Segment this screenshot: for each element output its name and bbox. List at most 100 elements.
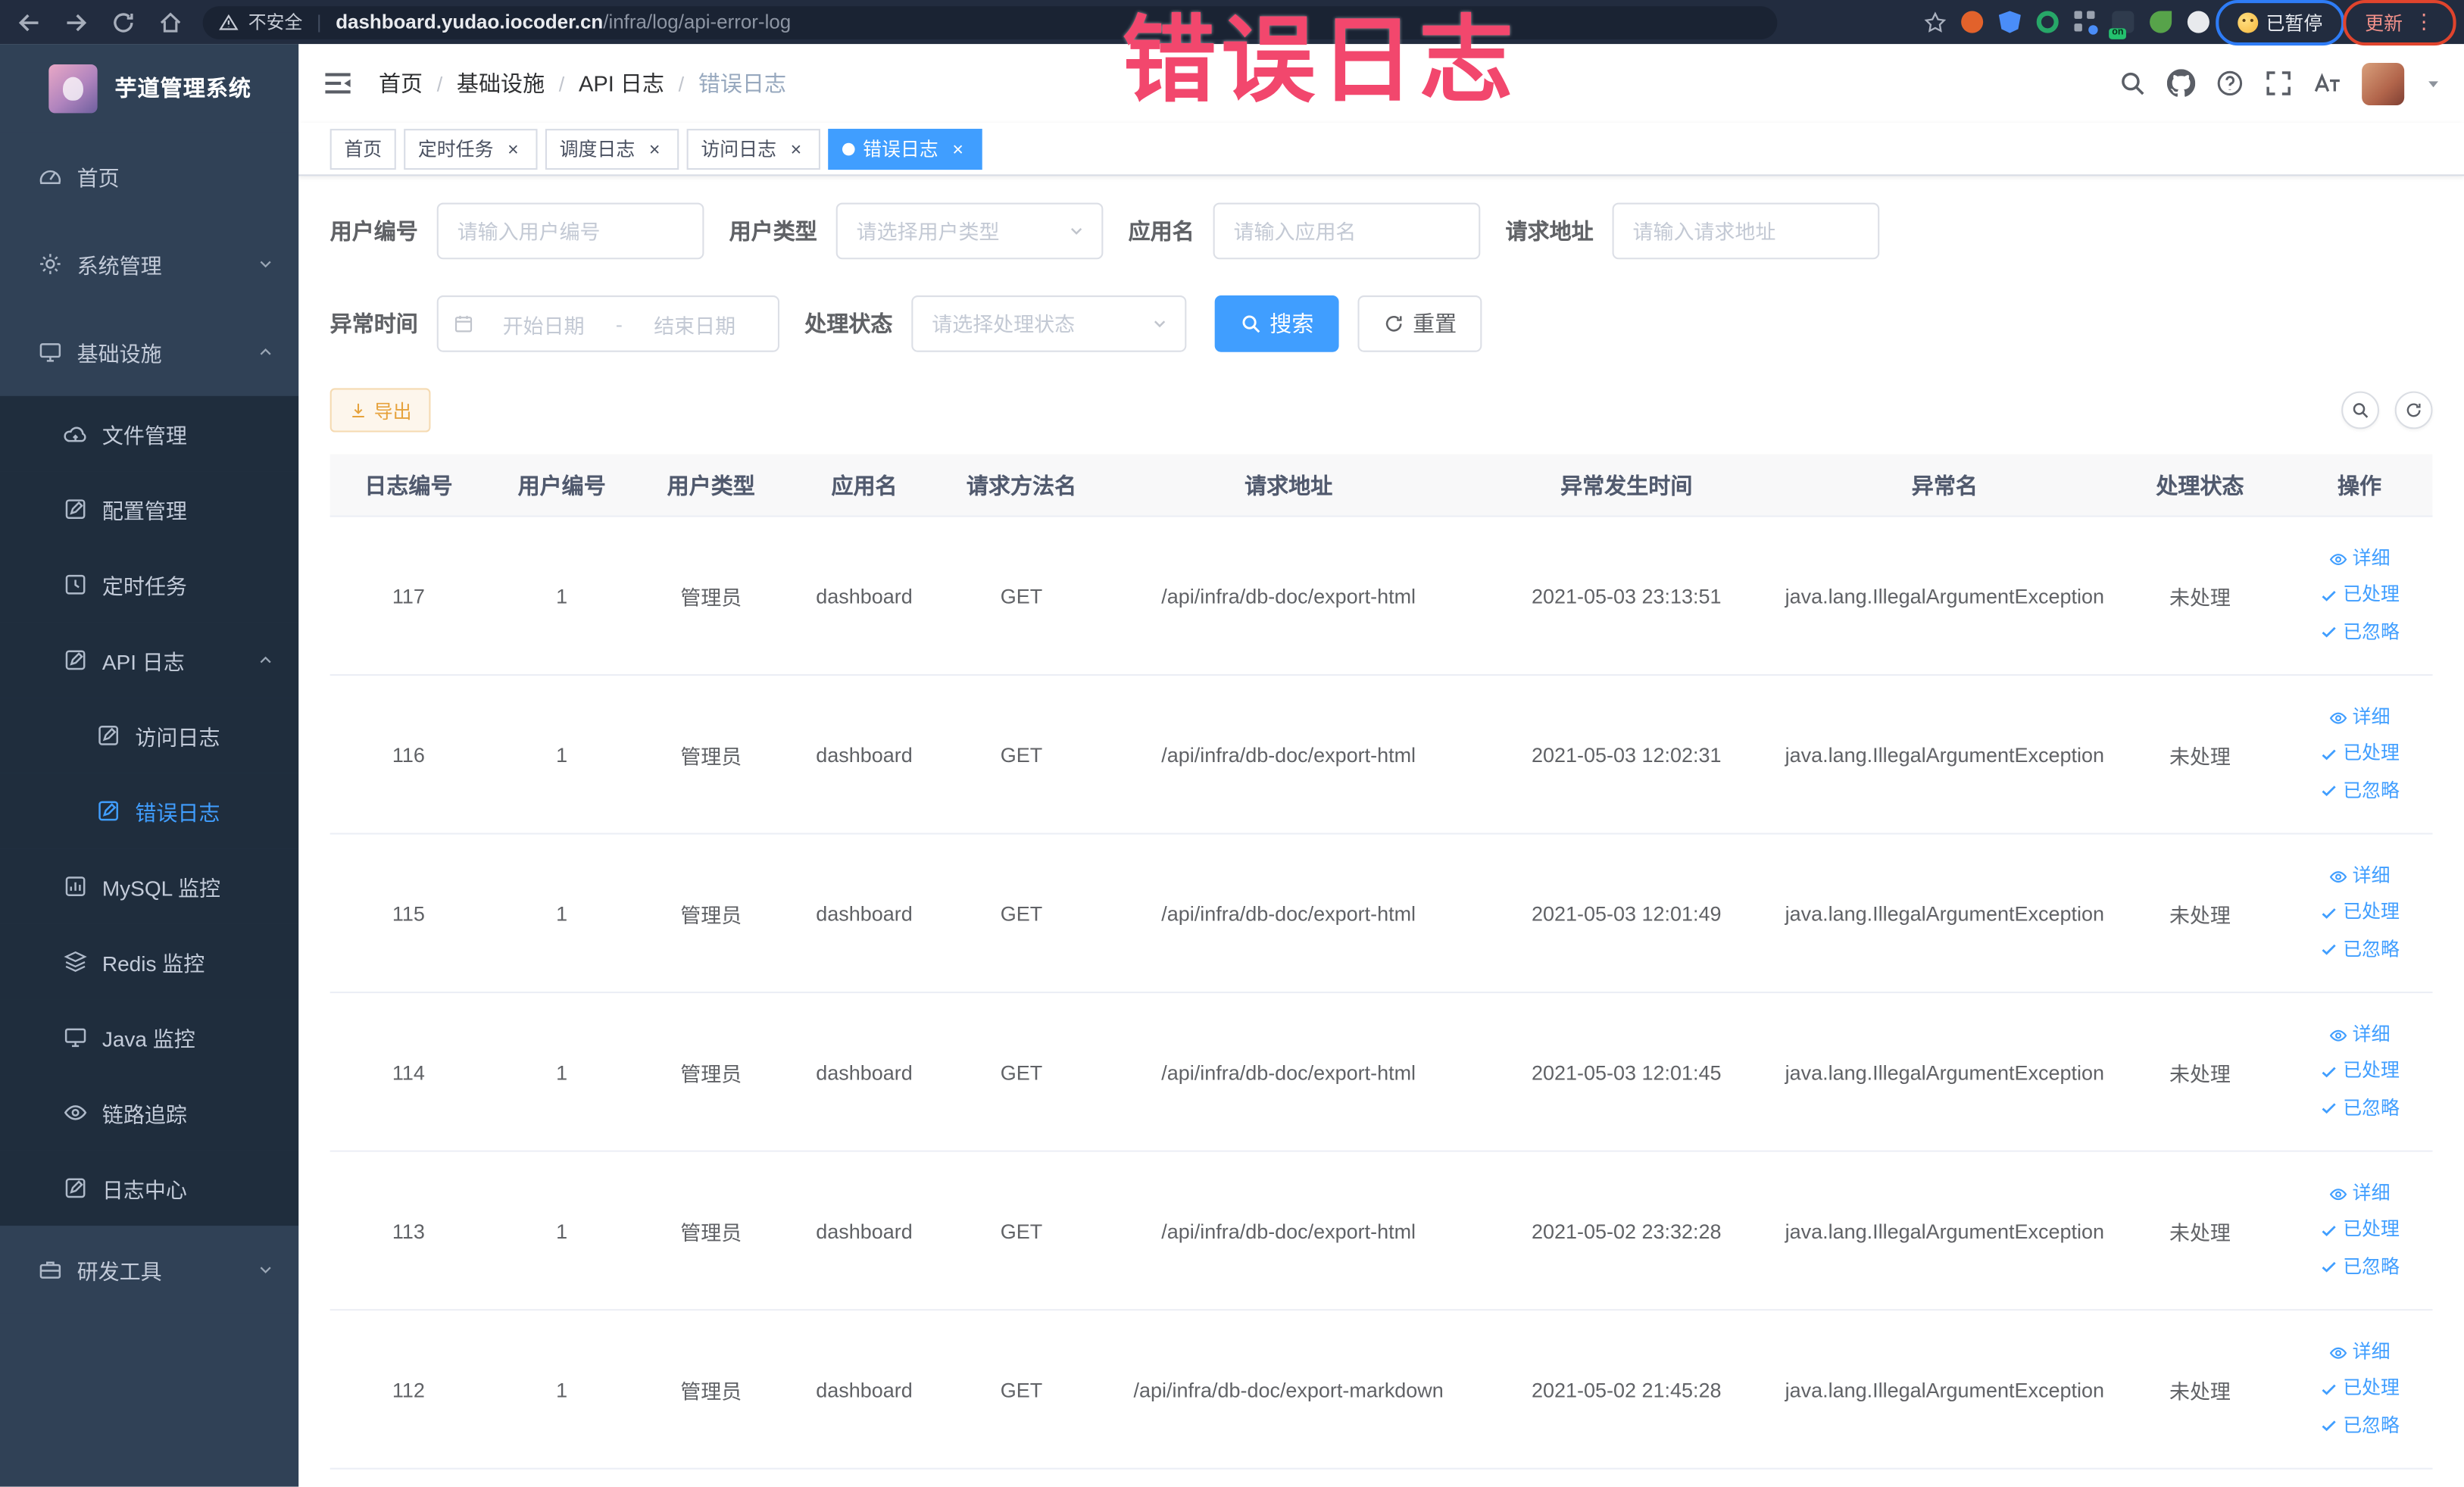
action-ignored-link[interactable]: 已忽略 (2319, 1410, 2400, 1441)
action-ignored-link[interactable]: 已忽略 (2319, 776, 2400, 806)
tab-error-log[interactable]: 错误日志 × (828, 128, 982, 170)
action-detail-link[interactable]: 详细 (2329, 703, 2390, 733)
action-ignored-link[interactable]: 已忽略 (2319, 1252, 2400, 1282)
back-icon[interactable] (16, 8, 42, 35)
user-type-select[interactable] (835, 202, 1104, 260)
breadcrumb-infra[interactable]: 基础设施 (457, 67, 545, 98)
table-toolbar: 导出 (329, 388, 2433, 433)
action-processed-link[interactable]: 已处理 (2319, 739, 2400, 770)
bookmark-star-icon[interactable] (1923, 10, 1947, 33)
cell-user-id: 1 (556, 901, 568, 925)
search-button[interactable]: 搜索 (1214, 295, 1339, 352)
font-size-icon[interactable] (2313, 69, 2341, 97)
sidebar-item-home[interactable]: 首页 (0, 132, 299, 220)
home-icon[interactable] (157, 8, 183, 35)
status-select[interactable] (911, 295, 1187, 352)
sidebar-item-access-log[interactable]: 访问日志 (0, 698, 299, 773)
app-logo-row[interactable]: 芋道管理系统 (0, 44, 298, 132)
action-detail-link[interactable]: 详细 (2329, 1338, 2390, 1368)
toggle-search-button[interactable] (2341, 391, 2379, 430)
tab-home[interactable]: 首页 (329, 128, 396, 170)
action-detail-link[interactable]: 详细 (2329, 544, 2390, 574)
action-processed-link[interactable]: 已处理 (2319, 580, 2400, 611)
column-header-actions: 操作 (2337, 472, 2382, 498)
tab-job[interactable]: 定时任务 × (404, 128, 538, 170)
github-icon[interactable] (2166, 69, 2196, 97)
sidebar-item-system[interactable]: 系统管理 (0, 220, 299, 308)
action-ignored-link[interactable]: 已忽略 (2319, 617, 2400, 647)
search-icon[interactable] (2119, 69, 2147, 97)
action-detail-link[interactable]: 详细 (2329, 1179, 2390, 1209)
sidebar-item-java[interactable]: Java 监控 (0, 999, 299, 1076)
browser-address-bar[interactable]: 不安全 | dashboard.yudao.iocoder.cn/infra/l… (202, 5, 1778, 39)
forward-icon[interactable] (63, 8, 89, 35)
extension-on-switch-icon[interactable]: on (2109, 11, 2135, 39)
edit-icon (63, 497, 88, 522)
sidebar-item-label: 链路追踪 (101, 1103, 187, 1127)
action-detail-link[interactable]: 详细 (2329, 1020, 2390, 1051)
filter-error-time: 异常时间 开始日期 - 结束日期 (330, 295, 780, 352)
tab-close-icon[interactable]: × (645, 139, 665, 159)
sidebar-item-dev-tools[interactable]: 研发工具 (0, 1226, 299, 1314)
cell-method-name: GET (1000, 1377, 1043, 1401)
column-header-log-id: 日志编号 (364, 472, 453, 498)
tab-access-log[interactable]: 访问日志 × (686, 128, 821, 170)
help-icon[interactable] (2216, 69, 2244, 97)
sidebar-item-job[interactable]: 定时任务 (0, 546, 299, 623)
breadcrumb-home[interactable]: 首页 (379, 67, 423, 98)
action-processed-link[interactable]: 已处理 (2319, 1057, 2400, 1087)
sidebar-item-api-log[interactable]: API 日志 (0, 622, 299, 698)
active-dot-icon (842, 142, 855, 155)
sidebar-item-trace[interactable]: 链路追踪 (0, 1075, 299, 1151)
user-id-input[interactable] (436, 202, 704, 260)
tab-job-log[interactable]: 调度日志 × (545, 128, 679, 170)
date-range-picker[interactable]: 开始日期 - 结束日期 (436, 295, 780, 352)
tab-close-icon[interactable]: × (503, 139, 523, 159)
chevron-down-icon (256, 255, 275, 273)
action-processed-link[interactable]: 已处理 (2319, 898, 2400, 928)
cell-app-name: dashboard (816, 901, 913, 925)
column-header-user-id: 用户编号 (517, 472, 606, 498)
fullscreen-icon[interactable] (2265, 69, 2293, 97)
browser-update-chip[interactable]: 更新 ⋮ (2343, 0, 2456, 45)
tab-label: 首页 (344, 138, 383, 161)
extension-green-check-icon[interactable] (2036, 11, 2059, 33)
tab-close-icon[interactable]: × (948, 139, 968, 159)
action-ignored-link[interactable]: 已忽略 (2319, 1093, 2400, 1123)
sidebar-item-infra[interactable]: 基础设施 (0, 308, 299, 396)
sidebar-item-config[interactable]: 配置管理 (0, 471, 299, 547)
extension-grid-icon[interactable] (2074, 11, 2098, 35)
chevron-down-icon[interactable] (2425, 75, 2442, 92)
action-processed-link[interactable]: 已处理 (2319, 1374, 2400, 1404)
sidebar-item-log-center[interactable]: 日志中心 (0, 1150, 299, 1226)
tab-close-icon[interactable]: × (785, 139, 806, 159)
sidebar-item-mysql[interactable]: MySQL 监控 (0, 848, 299, 924)
action-ignored-link[interactable]: 已忽略 (2319, 935, 2400, 965)
table-row: 113 1 管理员 dashboard GET/api/infra/db-doc/exp… (329, 1151, 2433, 1311)
sidebar-item-label: 定时任务 (101, 575, 187, 599)
reset-button[interactable]: 重置 (1357, 295, 1482, 352)
sidebar-item-file[interactable]: 文件管理 (0, 395, 299, 472)
column-header-app-name: 应用名 (831, 472, 898, 498)
action-detail-link[interactable]: 详细 (2329, 861, 2390, 892)
export-button[interactable]: 导出 (329, 388, 431, 433)
extension-leaf-icon[interactable] (2150, 11, 2172, 33)
extension-pin-icon[interactable] (2187, 11, 2209, 33)
check-icon (2319, 745, 2338, 764)
action-label: 已处理 (2343, 1060, 2400, 1082)
browser-menu-icon[interactable]: ⋮ (2414, 9, 2434, 34)
paused-extension-chip[interactable]: 已暂停 (2216, 0, 2345, 45)
sidebar-item-error-log[interactable]: 错误日志 (0, 773, 299, 849)
cell-actions: 详细 已处理 已忽略 (2287, 703, 2433, 806)
action-processed-link[interactable]: 已处理 (2319, 1216, 2400, 1246)
app-name-input[interactable] (1213, 202, 1481, 260)
extension-shield-icon[interactable] (1998, 11, 2021, 33)
refresh-icon[interactable] (110, 8, 136, 35)
user-avatar[interactable] (2362, 61, 2405, 105)
request-url-input[interactable] (1612, 202, 1880, 260)
extension-orange-icon[interactable] (1961, 11, 1984, 33)
hamburger-icon[interactable] (322, 67, 353, 98)
breadcrumb-api-log[interactable]: API 日志 (579, 67, 664, 98)
sidebar-item-redis[interactable]: Redis 监控 (0, 923, 299, 1000)
refresh-table-button[interactable] (2394, 391, 2433, 430)
